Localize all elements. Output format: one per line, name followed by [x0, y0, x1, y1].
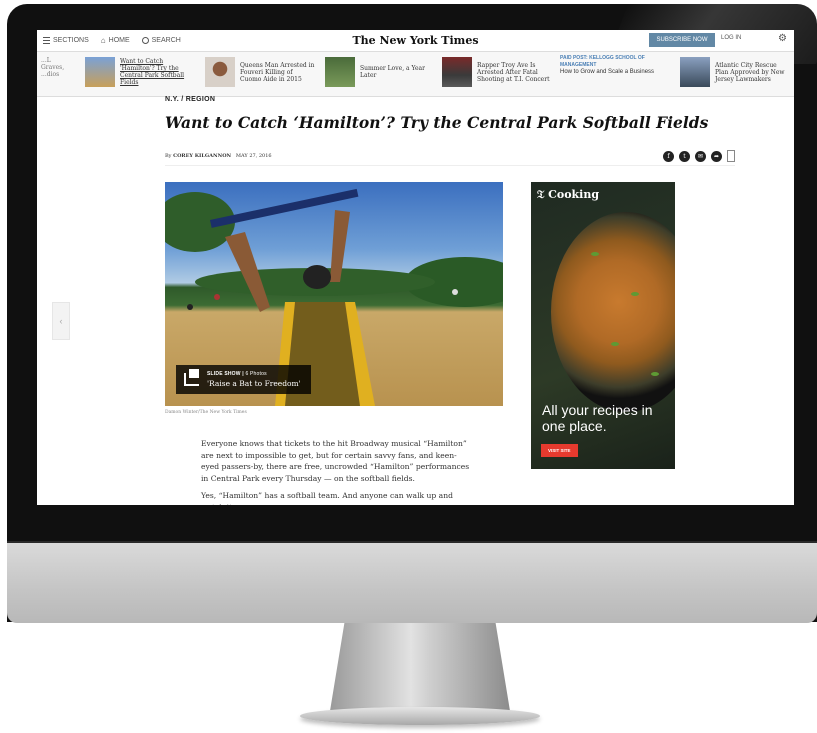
ribbon-paid-post[interactable]: PAID POST: KELLOGG SCHOOL OF MANAGEMENT … — [560, 55, 670, 76]
byline-row: By COREY KILGANNON MAY 27, 2016 f t ✉ ➦ — [165, 147, 735, 166]
lead-photo[interactable]: SLIDE SHOW | 6 Photos 'Raise a Bat to Fr… — [165, 182, 503, 406]
ribbon-item[interactable]: Atlantic City Rescue Plan Approved by Ne… — [680, 57, 790, 87]
ribbon-item-text: Queens Man Arrested in Fouveri Killing o… — [240, 61, 315, 83]
facebook-icon[interactable]: f — [663, 150, 674, 162]
slideshow-label: SLIDE SHOW | 6 Photos — [207, 371, 267, 377]
ad-food-image — [551, 212, 675, 412]
paid-post-label: PAID POST: KELLOGG SCHOOL OF MANAGEMENT — [560, 55, 645, 68]
article-date: MAY 27, 2016 — [235, 153, 272, 159]
section-label[interactable]: N.Y. / REGION — [165, 96, 735, 103]
ribbon-thumbnail — [325, 57, 355, 87]
ribbon-item[interactable]: Want to Catch 'Hamilton'? Try the Centra… — [85, 57, 195, 87]
previous-article-arrow[interactable]: ‹ — [52, 302, 70, 340]
ribbon-item[interactable]: ...L Graves, ...dios — [41, 57, 71, 78]
ribbon-item[interactable]: Rapper Troy Ave Is Arrested After Fatal … — [442, 57, 552, 87]
nyt-top-bar: SECTIONS ⌂ HOME SEARCH The New York Time… — [37, 30, 794, 52]
author-name[interactable]: COREY KILGANNON — [173, 153, 231, 159]
slideshow-button[interactable]: SLIDE SHOW | 6 Photos 'Raise a Bat to Fr… — [176, 365, 311, 394]
photo-credit: Damon Winter/The New York Times — [165, 410, 247, 415]
article: N.Y. / REGION Want to Catch ‘Hamilton’? … — [165, 96, 735, 505]
ribbon-item-text: Summer Love, a Year Later — [360, 65, 425, 79]
paragraph: Yes, “Hamilton” has a softball team. And… — [201, 491, 453, 505]
ribbon-thumbnail — [85, 57, 115, 87]
visit-site-button[interactable]: VISIT SITE — [541, 444, 578, 457]
story-ribbon: ...L Graves, ...dios Want to Catch 'Hami… — [37, 52, 794, 97]
ribbon-item[interactable]: Summer Love, a Year Later — [325, 57, 435, 87]
ribbon-item-text: Atlantic City Rescue Plan Approved by Ne… — [715, 61, 785, 83]
slideshow-title: 'Raise a Bat to Freedom' — [207, 379, 301, 388]
ribbon-thumbnail — [205, 57, 235, 87]
bookmark-icon[interactable] — [727, 150, 735, 162]
monitor-chin — [7, 543, 817, 623]
email-icon[interactable]: ✉ — [695, 150, 706, 162]
login-link[interactable]: LOG IN — [721, 35, 741, 41]
ribbon-item-text: Rapper Troy Ave Is Arrested After Fatal … — [477, 61, 550, 83]
ribbon-thumbnail — [680, 57, 710, 87]
browser-screen: SECTIONS ⌂ HOME SEARCH The New York Time… — [37, 30, 794, 505]
stand-base — [300, 707, 540, 725]
stand-neck — [330, 623, 510, 711]
ribbon-item-text: Want to Catch 'Hamilton'? Try the Centra… — [120, 58, 185, 86]
ribbon-item-text: How to Grow and Scale a Business — [560, 69, 655, 75]
subscribe-button[interactable]: SUBSCRIBE NOW — [649, 33, 715, 47]
monitor-stand — [300, 623, 540, 733]
article-body: Everyone knows that tickets to the hit B… — [201, 438, 471, 505]
byline: By COREY KILGANNON MAY 27, 2016 — [165, 153, 272, 159]
cooking-ad[interactable]: 𝔗 Cooking All your recipes in one place.… — [531, 182, 675, 469]
ribbon-thumbnail — [442, 57, 472, 87]
slideshow-icon — [184, 369, 199, 386]
ribbon-item-text: ...L Graves, ...dios — [41, 57, 65, 78]
share-tools: f t ✉ ➦ — [663, 150, 735, 162]
ad-tagline: All your recipes in one place. — [542, 402, 653, 434]
twitter-icon[interactable]: t — [679, 150, 690, 162]
article-headline: Want to Catch ‘Hamilton’? Try the Centra… — [165, 113, 709, 132]
gear-icon[interactable]: ⚙ — [778, 33, 787, 44]
paragraph: Everyone knows that tickets to the hit B… — [201, 439, 470, 483]
ribbon-item[interactable]: Queens Man Arrested in Fouveri Killing o… — [205, 57, 315, 87]
ad-brand: 𝔗 Cooking — [537, 188, 600, 201]
share-icon[interactable]: ➦ — [711, 150, 722, 162]
